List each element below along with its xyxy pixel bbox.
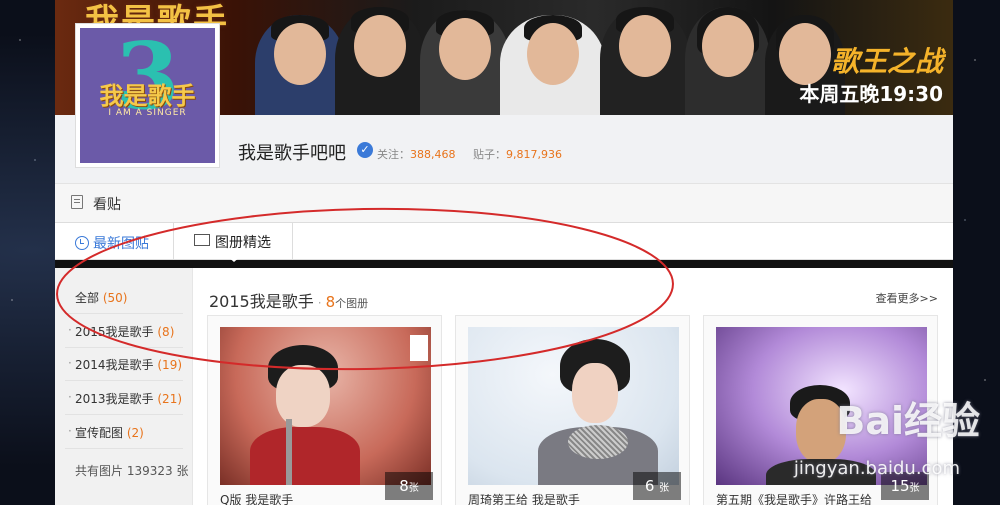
- forum-info-bar: 3 我是歌手 I AM A SINGER 我是歌手吧吧 ✓ 关注：388,468…: [55, 23, 953, 184]
- total-images: 共有图片 139323 张: [75, 464, 189, 478]
- banner-promo: 歌王之战 本周五晚19:30: [799, 40, 943, 107]
- banner-person: [255, 15, 345, 115]
- tab-pointer-icon: [227, 256, 241, 262]
- tab-label: 最新图贴: [93, 236, 149, 252]
- follow-count: 388,468: [410, 148, 456, 161]
- banner-person: [420, 10, 510, 115]
- verified-check-icon: ✓: [357, 142, 373, 158]
- posts-count: 9,817,936: [505, 148, 562, 161]
- divider: [65, 380, 183, 381]
- tab-latest-image-posts[interactable]: 最新图贴: [75, 233, 149, 253]
- divider: [65, 414, 183, 415]
- view-more-link[interactable]: 查看更多>>: [876, 290, 938, 306]
- read-posts-label: 看贴: [93, 197, 121, 213]
- album-caption[interactable]: 第五期《我是歌手》许路王给: [716, 491, 872, 505]
- album-cover[interactable]: [468, 327, 679, 485]
- forum-logo[interactable]: 3 我是歌手 I AM A SINGER: [75, 23, 220, 168]
- image-tabs: 最新图贴 图册精选: [55, 223, 953, 260]
- banner-person: [685, 7, 770, 115]
- image-count-badge: 8张: [385, 472, 433, 500]
- album-card[interactable]: 8张 Q版 我是歌手: [207, 315, 442, 505]
- logo-text: 我是歌手: [99, 81, 196, 110]
- album-cover[interactable]: [220, 327, 431, 485]
- sidebar-item-all[interactable]: 全部 (50): [75, 289, 127, 306]
- posts-label: 贴子：: [472, 148, 506, 161]
- banner-person: [335, 7, 425, 115]
- read-posts-tab[interactable]: 看贴: [55, 184, 953, 223]
- image-count-badge: 6 张: [633, 472, 681, 500]
- forum-stats: 关注：388,468 贴子：9,817,936: [377, 146, 562, 162]
- logo-subtext: I AM A SINGER: [108, 108, 187, 118]
- tab-label: 图册精选: [215, 235, 271, 251]
- album-caption[interactable]: 周琦第王给 我是歌手: [468, 491, 580, 505]
- banner-person: [600, 7, 690, 115]
- tab-album-picks[interactable]: 图册精选: [173, 223, 293, 259]
- forum-page: 我是歌手 歌王之战 本周五晚19:30 3 我是歌手 I AM A SINGER…: [55, 0, 953, 505]
- section-title: 2015我是歌手 · 8个图册: [209, 292, 369, 311]
- document-icon: [71, 195, 83, 209]
- forum-name[interactable]: 我是歌手吧吧: [238, 139, 346, 165]
- baidu-watermark-logo: Bai经验: [836, 399, 980, 443]
- album-caption[interactable]: Q版 我是歌手: [220, 491, 293, 505]
- divider: [65, 313, 183, 314]
- banner-person: [500, 15, 605, 115]
- banner-showtime: 本周五晚19:30: [799, 82, 943, 106]
- divider: [65, 448, 183, 449]
- image-icon: [194, 234, 210, 246]
- sidebar-item-2014[interactable]: 2014我是歌手 (19): [68, 356, 182, 373]
- sidebar-item-2013[interactable]: 2013我是歌手 (21): [68, 390, 182, 407]
- follow-label: 关注：: [377, 148, 410, 161]
- sidebar-item-2015[interactable]: 2015我是歌手 (8): [68, 323, 174, 340]
- banner-tagline: 歌王之战: [830, 45, 943, 78]
- watermark-domain: jingyan.baidu.com: [793, 458, 960, 479]
- divider: [55, 260, 953, 268]
- album-card[interactable]: 6 张 周琦第王给 我是歌手: [455, 315, 690, 505]
- sidebar-item-promo[interactable]: 宣传配图 (2): [68, 424, 144, 441]
- album-category-sidebar: 全部 (50) 2015我是歌手 (8) 2014我是歌手 (19) 2013我…: [55, 268, 193, 505]
- divider: [65, 347, 183, 348]
- clock-icon: [75, 236, 89, 250]
